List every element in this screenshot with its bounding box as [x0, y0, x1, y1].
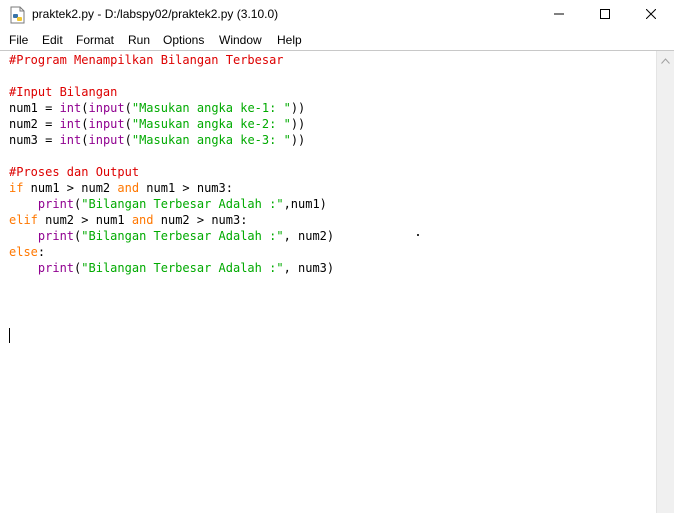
- menu-edit[interactable]: Edit: [42, 33, 63, 47]
- code-token: (: [124, 133, 132, 147]
- code-token: print: [37, 197, 75, 211]
- code-line[interactable]: if num1 > num2 and num1 > num3:: [9, 180, 334, 196]
- code-token: "Bilangan Terbesar Adalah :": [81, 229, 284, 243]
- code-token: num2 > num3:: [153, 213, 248, 227]
- idle-editor-window: praktek2.py - D:/labspy02/praktek2.py (3…: [0, 0, 674, 513]
- code-text[interactable]: #Program Menampilkan Bilangan Terbesar #I…: [9, 52, 334, 276]
- menu-options[interactable]: Options: [163, 33, 204, 47]
- code-line[interactable]: #Input Bilangan: [9, 84, 334, 100]
- code-token: )): [290, 117, 306, 131]
- maximize-icon: [600, 6, 610, 24]
- maximize-button[interactable]: [582, 0, 628, 30]
- close-button[interactable]: [628, 0, 674, 30]
- code-token: print: [37, 229, 75, 243]
- menu-bar: File Edit Format Run Options Window Help: [0, 30, 674, 50]
- code-token: ,num1): [283, 197, 327, 211]
- stray-pixel: [417, 234, 419, 236]
- chevron-up-icon: [661, 51, 670, 69]
- code-token: int: [59, 101, 82, 115]
- menu-run[interactable]: Run: [128, 33, 150, 47]
- code-line[interactable]: num2 = int(input("Masukan angka ke-2: ")…: [9, 116, 334, 132]
- code-token: and: [131, 213, 154, 227]
- minimize-button[interactable]: [536, 0, 582, 30]
- code-token: (: [81, 117, 89, 131]
- code-token: int: [59, 117, 82, 131]
- code-line[interactable]: [9, 68, 334, 84]
- code-editor[interactable]: #Program Menampilkan Bilangan Terbesar #I…: [0, 51, 656, 513]
- code-token: num1 > num3:: [139, 181, 233, 195]
- code-token: input: [88, 133, 125, 147]
- code-token: , num3): [283, 261, 335, 275]
- code-token: "Masukan angka ke-3: ": [131, 133, 291, 147]
- code-token: "Masukan angka ke-1: ": [131, 101, 291, 115]
- code-token: #Input Bilangan: [9, 85, 118, 99]
- code-token: "Bilangan Terbesar Adalah :": [81, 261, 284, 275]
- scroll-up-button[interactable]: [657, 51, 674, 68]
- code-line[interactable]: #Proses dan Output: [9, 164, 334, 180]
- code-line[interactable]: print("Bilangan Terbesar Adalah :", num3…: [9, 260, 334, 276]
- menu-format[interactable]: Format: [76, 33, 114, 47]
- code-line[interactable]: num1 = int(input("Masukan angka ke-1: ")…: [9, 100, 334, 116]
- code-line[interactable]: num3 = int(input("Masukan angka ke-3: ")…: [9, 132, 334, 148]
- code-token: num1 =: [9, 101, 60, 115]
- code-line[interactable]: print("Bilangan Terbesar Adalah :", num2…: [9, 228, 334, 244]
- code-token: )): [290, 101, 306, 115]
- code-token: int: [59, 133, 82, 147]
- code-token: #Proses dan Output: [9, 165, 140, 179]
- code-line[interactable]: #Program Menampilkan Bilangan Terbesar: [9, 52, 334, 68]
- code-token: input: [88, 117, 125, 131]
- python-file-icon: [10, 6, 26, 24]
- code-token: num2 =: [9, 117, 60, 131]
- menu-help[interactable]: Help: [277, 33, 302, 47]
- code-token: #Program Menampilkan Bilangan Terbesar: [9, 53, 284, 67]
- code-token: "Bilangan Terbesar Adalah :": [81, 197, 284, 211]
- code-token: (: [124, 101, 132, 115]
- code-line[interactable]: elif num2 > num1 and num2 > num3:: [9, 212, 334, 228]
- window-title: praktek2.py - D:/labspy02/praktek2.py (3…: [32, 7, 279, 21]
- text-cursor: [9, 328, 10, 343]
- code-token: "Masukan angka ke-2: ": [131, 117, 291, 131]
- code-line[interactable]: else:: [9, 244, 334, 260]
- code-token: elif: [9, 213, 38, 227]
- title-bar[interactable]: praktek2.py - D:/labspy02/praktek2.py (3…: [0, 0, 674, 30]
- code-token: , num2): [283, 229, 335, 243]
- code-token: print: [37, 261, 75, 275]
- menu-window[interactable]: Window: [219, 33, 262, 47]
- code-token: and: [117, 181, 140, 195]
- code-token: (: [81, 133, 89, 147]
- code-token: input: [88, 101, 125, 115]
- code-token: (: [81, 101, 89, 115]
- code-token: )): [290, 133, 306, 147]
- close-icon: [645, 6, 657, 24]
- code-token: num1 > num2: [23, 181, 118, 195]
- code-token: (: [124, 117, 132, 131]
- vertical-scrollbar[interactable]: [656, 51, 674, 513]
- code-line[interactable]: [9, 148, 334, 164]
- code-line[interactable]: print("Bilangan Terbesar Adalah :",num1): [9, 196, 334, 212]
- code-token: if: [9, 181, 24, 195]
- code-token: num3 =: [9, 133, 60, 147]
- code-token: :: [37, 245, 46, 259]
- menu-file[interactable]: File: [9, 33, 28, 47]
- scroll-thumb[interactable]: [659, 69, 672, 509]
- code-token: num2 > num1: [37, 213, 132, 227]
- minimize-icon: [554, 6, 564, 24]
- code-token: else: [9, 245, 38, 259]
